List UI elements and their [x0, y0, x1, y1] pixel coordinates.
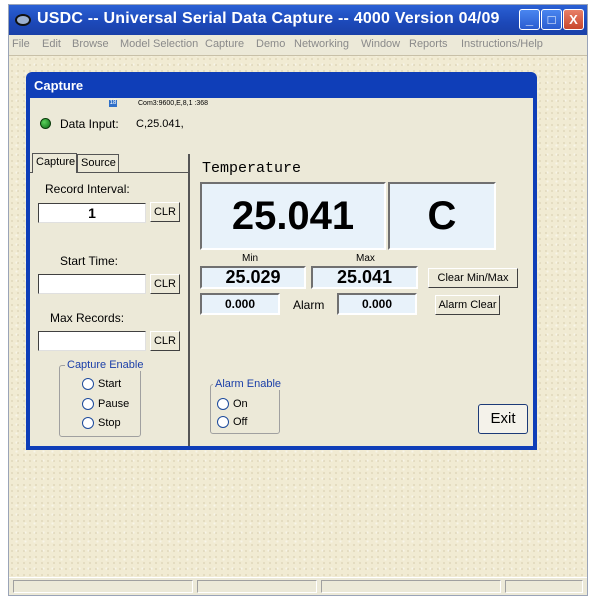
title-bar[interactable]: USDC -- Universal Serial Data Capture --…: [9, 5, 587, 35]
capture-stop-label: Stop: [98, 417, 121, 429]
max-value: 25.041: [311, 266, 418, 289]
min-label: Min: [242, 253, 259, 264]
alarm-high-value: 0.000: [337, 293, 417, 315]
alarm-clear-button[interactable]: Alarm Clear: [435, 295, 500, 315]
minimize-button[interactable]: _: [519, 9, 540, 30]
menu-model-selection[interactable]: Model Selection: [120, 38, 198, 50]
alarm-enable-label: Alarm Enable: [213, 378, 284, 390]
alarm-on-label: On: [233, 398, 248, 410]
capture-enable-label: Capture Enable: [65, 359, 146, 371]
capture-client-area: 18 Com3:9600,E,8,1 :368 Data Input: C,25…: [30, 98, 533, 446]
capture-window: Capture 18 Com3:9600,E,8,1 :368 Data Inp…: [26, 72, 537, 450]
data-input-label: Data Input:: [60, 117, 119, 131]
window-title: USDC -- Universal Serial Data Capture --…: [37, 10, 500, 27]
menu-window[interactable]: Window: [361, 38, 400, 50]
measurement-label: Temperature: [202, 160, 302, 177]
capture-window-title: Capture: [34, 78, 84, 93]
menu-reports[interactable]: Reports: [409, 38, 448, 50]
status-panel-1: [13, 580, 193, 593]
alarm-low-value: 0.000: [200, 293, 280, 315]
maximize-button[interactable]: □: [541, 9, 562, 30]
capture-enable-group: Capture Enable Start Pause Stop: [59, 359, 146, 437]
record-interval-clr-button[interactable]: CLR: [150, 202, 180, 222]
unit-display: C: [388, 182, 496, 250]
capture-start-label: Start: [98, 378, 122, 390]
menu-demo[interactable]: Demo: [256, 38, 285, 50]
clear-minmax-button[interactable]: Clear Min/Max: [428, 268, 518, 288]
record-interval-input[interactable]: 1: [38, 203, 146, 223]
max-records-clr-button[interactable]: CLR: [150, 331, 180, 351]
capture-pause-label: Pause: [98, 398, 130, 410]
tab-source[interactable]: Source: [77, 154, 119, 172]
data-input-value: C,25.041,: [136, 118, 184, 130]
measurement-pane: Temperature 25.041 C Min Max 25.029 25.0…: [190, 154, 533, 446]
menu-file[interactable]: File: [12, 38, 30, 50]
tab-capture[interactable]: Capture: [32, 153, 77, 173]
alarm-label: Alarm: [293, 298, 325, 312]
max-label: Max: [356, 253, 375, 264]
status-panel-2: [197, 580, 317, 593]
exit-button[interactable]: Exit: [478, 404, 528, 434]
capture-pause-radio[interactable]: [82, 398, 94, 410]
port-badge: 18: [109, 100, 117, 107]
status-bar: [9, 577, 587, 595]
menu-edit[interactable]: Edit: [42, 38, 61, 50]
temperature-value: 25.041: [200, 182, 386, 250]
start-time-input[interactable]: [38, 274, 146, 294]
menu-capture[interactable]: Capture: [205, 38, 244, 50]
max-records-label: Max Records:: [50, 311, 125, 325]
capture-stop-radio[interactable]: [82, 417, 94, 429]
menu-networking[interactable]: Networking: [294, 38, 349, 50]
start-time-label: Start Time:: [60, 254, 119, 268]
start-time-clr-button[interactable]: CLR: [150, 274, 180, 294]
record-interval-label: Record Interval:: [45, 182, 130, 196]
data-input-led-icon: [40, 118, 51, 129]
menu-instructions-help[interactable]: Instructions/Help: [461, 38, 543, 50]
status-panel-4: [505, 580, 583, 593]
close-button[interactable]: X: [563, 9, 584, 30]
port-settings: Com3:9600,E,8,1 :368: [138, 100, 209, 107]
menu-bar: File Edit Browse Model Selection Capture…: [9, 35, 587, 56]
alarm-off-label: Off: [233, 416, 248, 428]
alarm-enable-group: Alarm Enable On Off: [210, 378, 284, 434]
capture-settings-pane: Capture Source Record Interval: 1 CLR St…: [30, 153, 190, 446]
alarm-on-radio[interactable]: [217, 398, 229, 410]
menu-browse[interactable]: Browse: [72, 38, 109, 50]
max-records-input[interactable]: [38, 331, 146, 351]
app-icon: [15, 14, 31, 26]
capture-start-radio[interactable]: [82, 378, 94, 390]
min-value: 25.029: [200, 266, 306, 289]
mdi-workspace: Capture 18 Com3:9600,E,8,1 :368 Data Inp…: [9, 56, 587, 577]
app-window: USDC -- Universal Serial Data Capture --…: [8, 4, 588, 596]
status-panel-3: [321, 580, 501, 593]
alarm-off-radio[interactable]: [217, 416, 229, 428]
